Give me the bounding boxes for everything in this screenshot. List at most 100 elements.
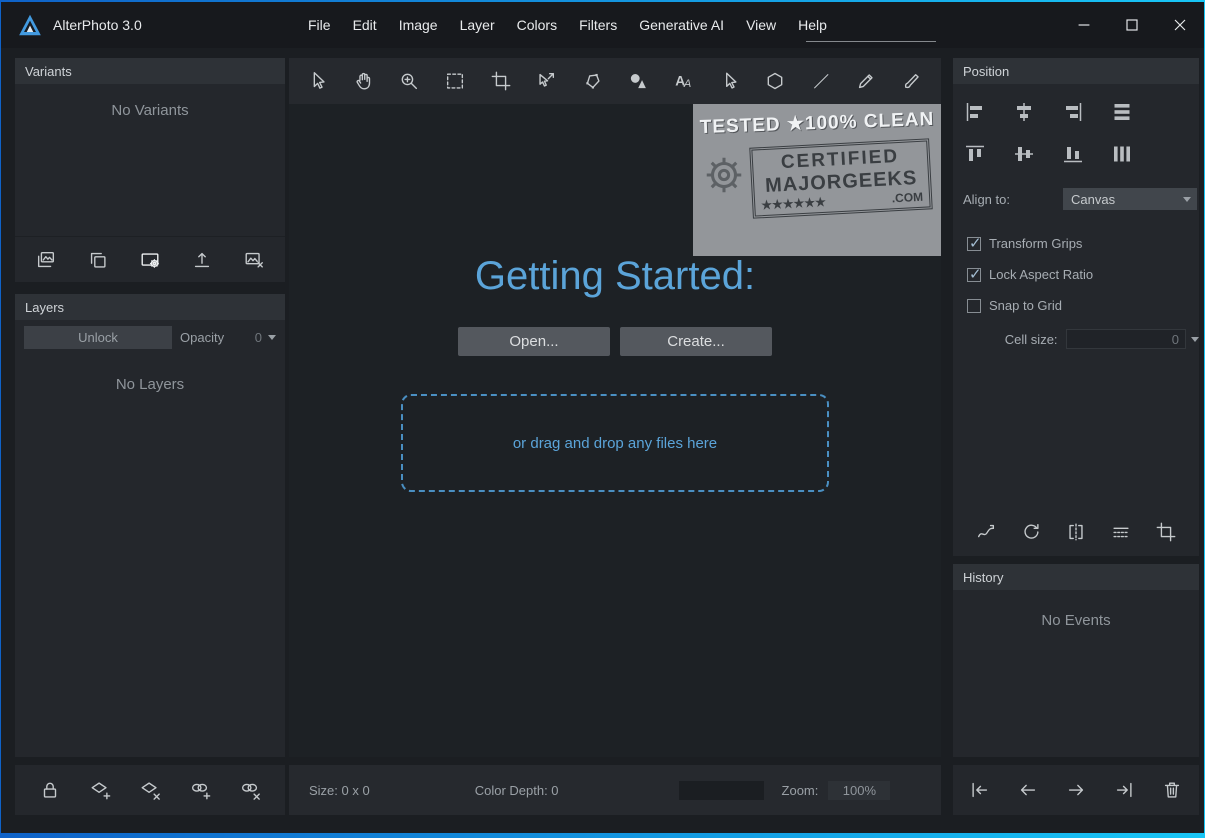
menu-colors[interactable]: Colors (506, 17, 568, 33)
lasso-tool-button[interactable] (575, 64, 609, 98)
distribute-columns-icon (1110, 142, 1134, 166)
first-arrow-icon (969, 779, 991, 801)
align-left-button[interactable] (961, 98, 989, 126)
merge-button[interactable] (1104, 515, 1138, 549)
canvas-area: TESTED ★100% CLEAN CERTIFIED MAJORGEEKS … (289, 104, 941, 757)
lock-aspect-ratio-label: Lock Aspect Ratio (989, 267, 1093, 282)
crop-canvas-button[interactable] (1149, 515, 1183, 549)
history-last-button[interactable] (1113, 773, 1135, 807)
opacity-value[interactable]: 0 (228, 330, 262, 345)
majorgeeks-watermark: TESTED ★100% CLEAN CERTIFIED MAJORGEEKS … (693, 104, 941, 256)
maximize-button[interactable] (1108, 2, 1156, 48)
menu-view[interactable]: View (735, 17, 787, 33)
history-forward-button[interactable] (1065, 773, 1087, 807)
snap-to-grid-row: Snap to Grid (967, 298, 1199, 313)
status-input[interactable] (679, 781, 764, 800)
crop-tool-button[interactable] (484, 64, 518, 98)
distribute-rows-button[interactable] (1108, 98, 1136, 126)
status-bar: Size: 0 x 0 Color Depth: 0 Zoom: 100% (289, 765, 941, 815)
unlock-button[interactable]: Unlock (24, 326, 172, 349)
layers-header: Layers (15, 294, 285, 320)
polygon-tool-button[interactable] (758, 64, 792, 98)
close-icon (1170, 15, 1190, 35)
pointer-tool-button[interactable] (301, 64, 335, 98)
text-tool-button[interactable]: A A (666, 64, 700, 98)
outline-cursor-icon (718, 70, 740, 92)
lock-aspect-ratio-row: Lock Aspect Ratio (967, 267, 1199, 282)
file-dropzone[interactable]: or drag and drop any files here (401, 394, 829, 492)
add-link-button[interactable] (183, 773, 217, 807)
left-sidebar: Variants No Variants (15, 58, 285, 815)
lock-layer-button[interactable] (33, 773, 67, 807)
remove-layer-button[interactable] (133, 773, 167, 807)
pan-tool-button[interactable] (347, 64, 381, 98)
align-center-horizontal-icon (1012, 100, 1036, 124)
align-to-label: Align to: (963, 192, 1063, 207)
free-transform-button[interactable] (969, 515, 1003, 549)
history-empty-area: No Events (953, 590, 1199, 757)
close-button[interactable] (1156, 2, 1204, 48)
crop-icon (490, 70, 512, 92)
opacity-dropdown-icon[interactable] (268, 335, 276, 340)
history-back-button[interactable] (1017, 773, 1039, 807)
menu-image[interactable]: Image (388, 17, 449, 33)
last-arrow-icon (1113, 779, 1135, 801)
align-middle-icon (1012, 142, 1036, 166)
history-first-button[interactable] (969, 773, 991, 807)
position-header: Position (953, 58, 1199, 84)
shapes-tool-button[interactable] (621, 64, 655, 98)
flip-horizontal-icon (1065, 521, 1087, 543)
cell-size-input[interactable]: 0 (1066, 329, 1186, 349)
menu-file[interactable]: File (297, 17, 342, 33)
menu-generative-ai[interactable]: Generative AI (628, 17, 735, 33)
cell-size-label: Cell size: (953, 332, 1058, 347)
flip-horizontal-button[interactable] (1059, 515, 1093, 549)
create-button[interactable]: Create... (620, 327, 772, 356)
brush-icon (901, 70, 923, 92)
menu-search-input[interactable] (806, 22, 936, 42)
cell-size-dropdown-icon[interactable] (1191, 337, 1199, 342)
variants-empty-area: No Variants (15, 84, 285, 236)
align-bottom-button[interactable] (1059, 140, 1087, 168)
remove-variant-button[interactable] (237, 243, 271, 277)
color-depth-status: Color Depth: 0 (475, 783, 559, 798)
watermark-com-text: .COM (891, 190, 923, 206)
direct-select-tool-button[interactable] (712, 64, 746, 98)
menu-edit[interactable]: Edit (342, 17, 388, 33)
align-center-horizontal-button[interactable] (1010, 98, 1038, 126)
align-to-dropdown[interactable]: Canvas (1063, 188, 1197, 210)
add-layer-button[interactable] (83, 773, 117, 807)
right-arrow-icon (1065, 779, 1087, 801)
align-left-icon (963, 100, 987, 124)
clear-history-button[interactable] (1161, 773, 1183, 807)
history-header: History (953, 564, 1199, 590)
add-variant-button[interactable] (29, 243, 63, 277)
align-right-button[interactable] (1059, 98, 1087, 126)
export-variant-button[interactable] (185, 243, 219, 277)
tools-toolbar: A A (289, 58, 941, 104)
snap-to-grid-label: Snap to Grid (989, 298, 1062, 313)
align-top-button[interactable] (961, 140, 989, 168)
pencil-tool-button[interactable] (849, 64, 883, 98)
zoom-value[interactable]: 100% (828, 781, 890, 800)
duplicate-variant-button[interactable] (81, 243, 115, 277)
variant-settings-button[interactable] (133, 243, 167, 277)
open-button[interactable]: Open... (458, 327, 610, 356)
distribute-columns-button[interactable] (1108, 140, 1136, 168)
menu-filters[interactable]: Filters (568, 17, 628, 33)
minimize-button[interactable] (1060, 2, 1108, 48)
zoom-tool-button[interactable] (392, 64, 426, 98)
line-tool-button[interactable] (804, 64, 838, 98)
rotate-button[interactable] (1014, 515, 1048, 549)
align-to-value: Canvas (1071, 192, 1115, 207)
remove-link-button[interactable] (233, 773, 267, 807)
transform-grips-checkbox[interactable] (967, 237, 981, 251)
brush-tool-button[interactable] (895, 64, 929, 98)
marquee-select-tool-button[interactable] (438, 64, 472, 98)
menu-layer[interactable]: Layer (449, 17, 506, 33)
snap-to-grid-checkbox[interactable] (967, 299, 981, 313)
align-middle-button[interactable] (1010, 140, 1038, 168)
cell-size-row: Cell size: 0 (953, 329, 1199, 349)
move-tool-button[interactable] (529, 64, 563, 98)
lock-aspect-ratio-checkbox[interactable] (967, 268, 981, 282)
